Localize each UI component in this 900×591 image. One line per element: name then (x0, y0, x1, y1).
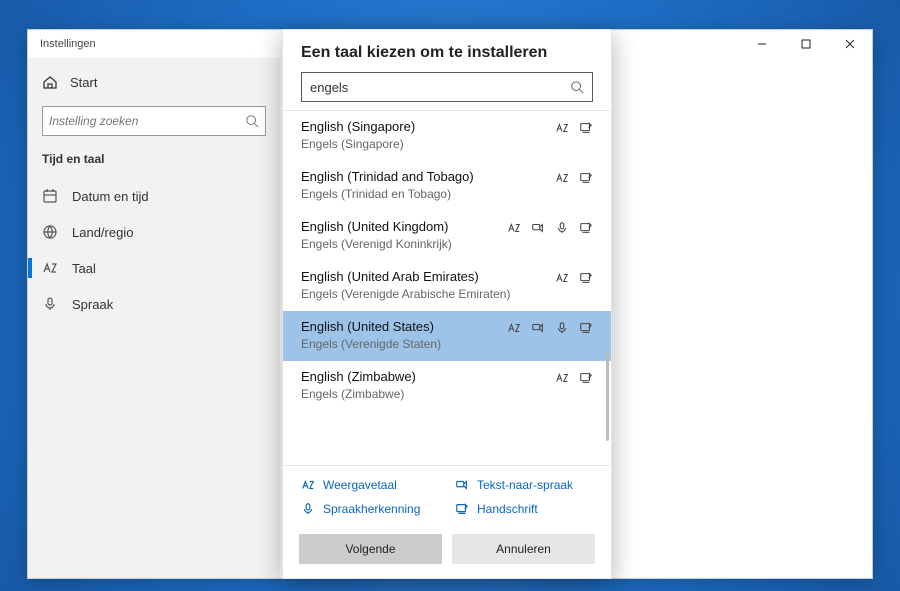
handwriting-icon (455, 502, 469, 516)
legend-display: Weergavetaal (301, 478, 431, 492)
sidebar-item-label: Taal (72, 261, 96, 276)
feature-hand-icon (579, 121, 593, 140)
language-subtitle: Engels (Verenigde Arabische Emiraten) (301, 287, 593, 301)
az-icon (42, 260, 58, 276)
language-item[interactable]: English (Singapore) Engels (Singapore) (283, 111, 611, 161)
language-subtitle: Engels (Singapore) (301, 137, 593, 151)
language-feature-icons (555, 171, 593, 190)
legend-display-label: Weergavetaal (323, 478, 397, 492)
mic-icon (555, 221, 569, 235)
language-search-input[interactable] (310, 80, 570, 95)
window-caption-buttons (740, 30, 872, 58)
language-picker-dialog: Een taal kiezen om te installeren Englis… (282, 29, 612, 579)
language-feature-icons (555, 271, 593, 290)
az-icon (507, 321, 521, 335)
tts-icon (455, 478, 469, 492)
legend-hand: Handschrift (455, 502, 585, 516)
language-list[interactable]: English (Singapore)Engels (Singapore)Eng… (283, 111, 611, 465)
sidebar-item-label: Datum en tijd (72, 189, 149, 204)
scrollbar-thumb[interactable] (606, 351, 609, 441)
feature-hand-icon (579, 271, 593, 290)
az-icon (507, 221, 521, 235)
sidebar-item-label: Land/regio (72, 225, 133, 240)
feature-az-icon (555, 371, 569, 390)
feature-az-icon (507, 221, 521, 240)
sidebar: Start Tijd en taal Datum en tijd Land/reg… (28, 58, 280, 578)
mic-icon (555, 321, 569, 335)
home-icon (42, 74, 58, 90)
language-item[interactable]: English (Zimbabwe) Engels (Zimbabwe) (283, 361, 611, 411)
legend-speech: Spraakherkenning (301, 502, 431, 516)
calendar-icon (42, 188, 58, 204)
feature-az-icon (507, 321, 521, 340)
feature-az-icon (555, 171, 569, 190)
search-icon (245, 114, 259, 128)
mic-icon (42, 296, 58, 312)
sidebar-item-az[interactable]: Taal (36, 250, 272, 286)
legend-hand-label: Handschrift (477, 502, 538, 516)
hand-icon (579, 321, 593, 335)
globe-icon (42, 224, 58, 240)
next-button[interactable]: Volgende (299, 534, 442, 564)
az-icon (555, 371, 569, 385)
home-link[interactable]: Start (36, 68, 272, 104)
feature-mic-icon (555, 321, 569, 340)
feature-legend: Weergavetaal Tekst-naar-spraak Spraakher… (283, 465, 611, 526)
language-item[interactable]: English (United Kingdom)Engels (Verenigd… (283, 211, 611, 261)
language-name: English (Zimbabwe) (301, 369, 593, 384)
search-icon (570, 80, 584, 94)
language-feature-icons (507, 221, 593, 240)
sidebar-item-label: Spraak (72, 297, 113, 312)
sidebar-item-calendar[interactable]: Datum en tijd (36, 178, 272, 214)
language-subtitle: Engels (Trinidad en Tobago) (301, 187, 593, 201)
feature-hand-icon (579, 371, 593, 390)
az-icon (301, 478, 315, 492)
hand-icon (579, 221, 593, 235)
feature-tts-icon (531, 321, 545, 340)
language-item[interactable]: English (Trinidad and Tobago) Engels (Tri… (283, 161, 611, 211)
dialog-title: Een taal kiezen om te installeren (283, 30, 611, 72)
language-subtitle: Engels (Zimbabwe) (301, 387, 593, 401)
language-item[interactable]: English (United Arab Emirates) Engels (Ve… (283, 261, 611, 311)
home-label: Start (70, 75, 97, 90)
language-name: English (United Arab Emirates) (301, 269, 593, 284)
feature-hand-icon (579, 171, 593, 190)
language-name: English (Trinidad and Tobago) (301, 169, 593, 184)
mic-icon (301, 502, 315, 516)
feature-hand-icon (579, 221, 593, 240)
legend-tts: Tekst-naar-spraak (455, 478, 585, 492)
language-feature-icons (555, 121, 593, 140)
language-feature-icons (507, 321, 593, 340)
legend-speech-label: Spraakherkenning (323, 502, 420, 516)
legend-tts-label: Tekst-naar-spraak (477, 478, 573, 492)
az-icon (555, 271, 569, 285)
tts-icon (531, 321, 545, 335)
az-icon (555, 171, 569, 185)
cancel-button[interactable]: Annuleren (452, 534, 595, 564)
language-feature-icons (555, 371, 593, 390)
hand-icon (579, 371, 593, 385)
settings-search-input[interactable] (49, 114, 245, 128)
language-item[interactable]: English (United States)Engels (Verenigde… (283, 311, 611, 361)
minimize-button[interactable] (740, 30, 784, 58)
language-name: English (Singapore) (301, 119, 593, 134)
maximize-button[interactable] (784, 30, 828, 58)
sidebar-item-mic[interactable]: Spraak (36, 286, 272, 322)
close-button[interactable] (828, 30, 872, 58)
hand-icon (579, 171, 593, 185)
settings-search[interactable] (42, 106, 266, 136)
hand-icon (579, 271, 593, 285)
sidebar-section-title: Tijd en taal (36, 152, 272, 176)
language-search[interactable] (301, 72, 593, 102)
sidebar-item-globe[interactable]: Land/regio (36, 214, 272, 250)
tts-icon (531, 221, 545, 235)
hand-icon (579, 121, 593, 135)
feature-hand-icon (579, 321, 593, 340)
feature-tts-icon (531, 221, 545, 240)
az-icon (555, 121, 569, 135)
feature-az-icon (555, 121, 569, 140)
feature-az-icon (555, 271, 569, 290)
feature-mic-icon (555, 221, 569, 240)
dialog-buttons: Volgende Annuleren (283, 526, 611, 578)
